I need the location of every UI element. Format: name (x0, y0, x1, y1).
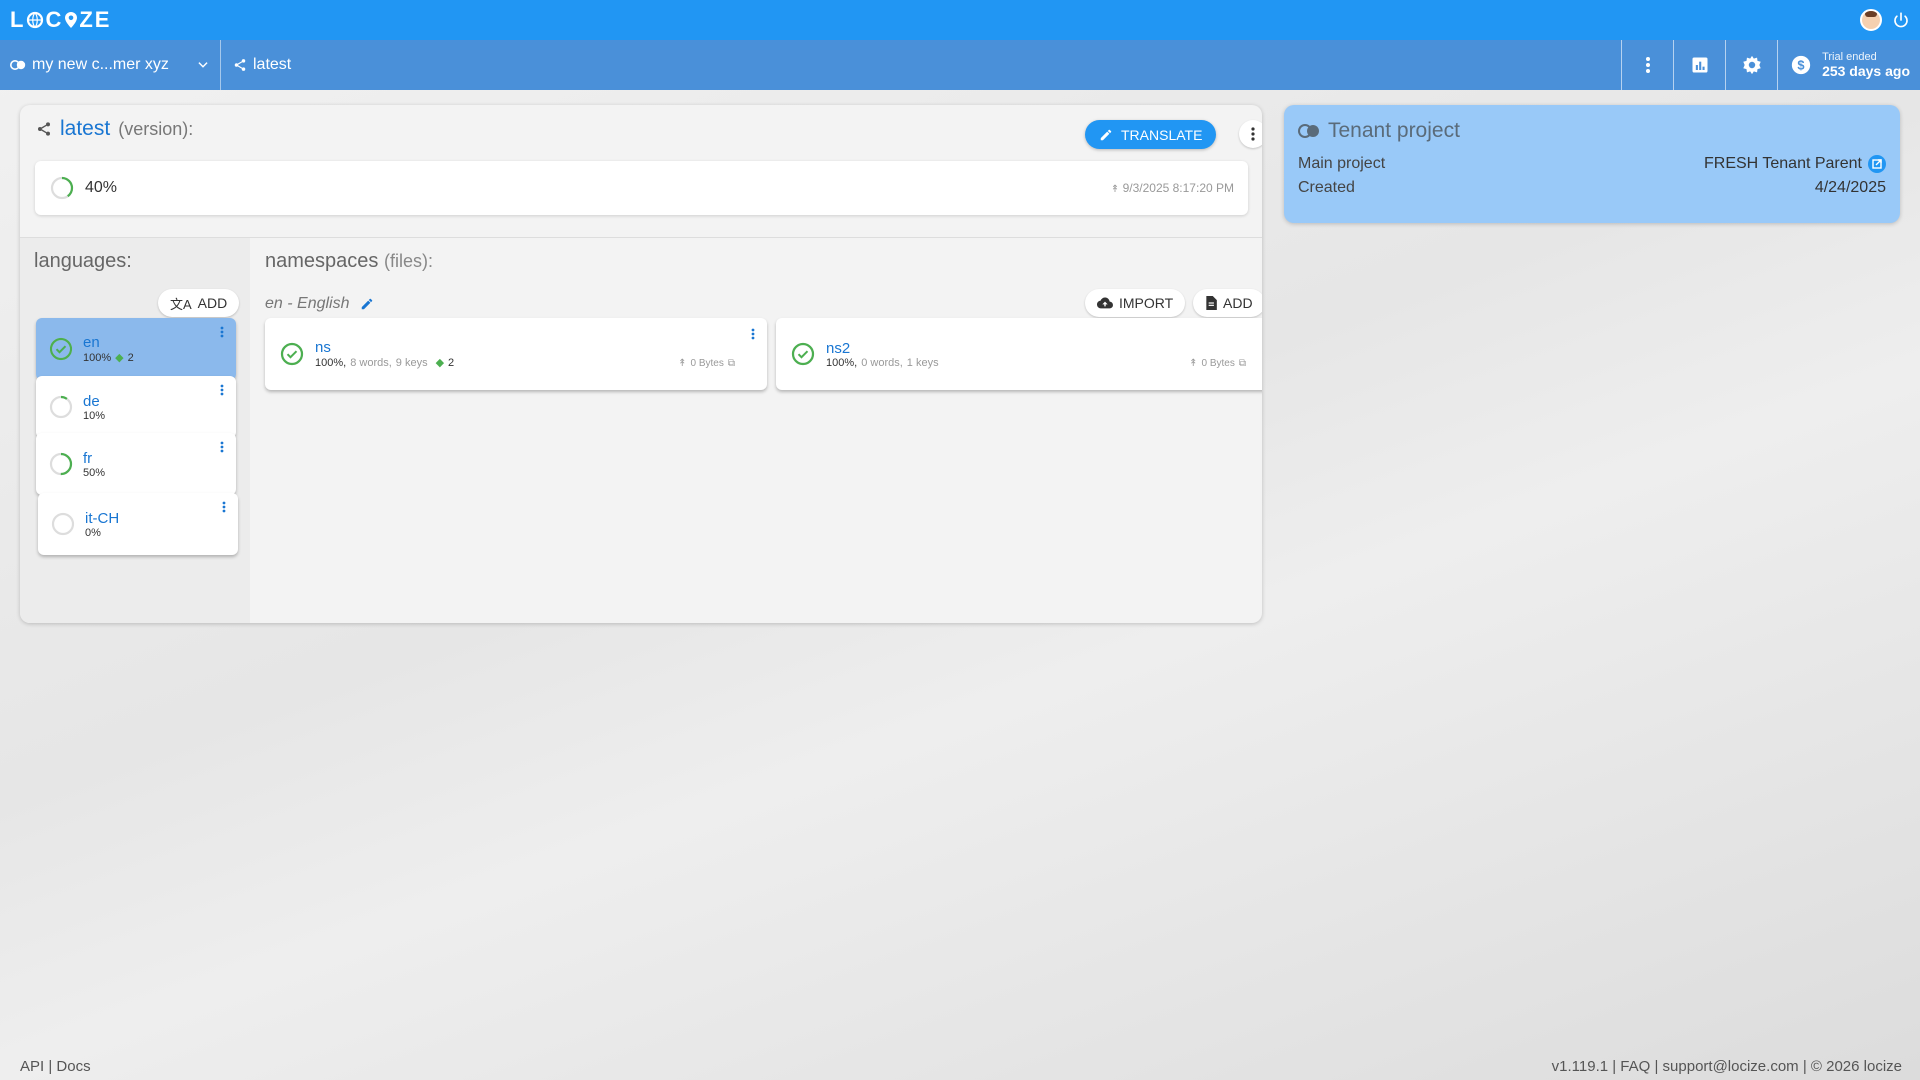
power-icon[interactable] (1892, 11, 1910, 29)
kebab-icon[interactable] (751, 328, 755, 340)
version-breadcrumb[interactable]: latest (221, 56, 1621, 74)
current-language: en - English (265, 295, 374, 313)
language-progress: 10% (83, 409, 106, 422)
share-icon (38, 122, 50, 136)
tenant-card: Tenant project Main project FRESH Tenant… (1284, 105, 1900, 223)
add-language-button[interactable]: 文A ADD (158, 289, 240, 317)
footer-links[interactable]: API | Docs (20, 1058, 91, 1075)
trial-value: 253 days ago (1822, 63, 1910, 79)
namespace-size: ↟ 0 Bytes ⧉ (678, 358, 735, 369)
namespace-name: ns2 (826, 339, 851, 357)
namespaces-column: namespaces (files): en - English IMPORT … (250, 237, 1262, 623)
trial-label: Trial ended (1822, 51, 1877, 63)
project-selector[interactable]: my new c...mer xyz (0, 40, 221, 90)
trial-status[interactable]: $ Trial ended 253 days ago (1777, 40, 1920, 90)
pencil-icon (1100, 129, 1112, 140)
layers-icon: ◆ (115, 352, 124, 364)
chevron-down-icon (198, 62, 208, 68)
layers-icon: ◆ (435, 357, 445, 369)
language-code: it-CH (85, 509, 120, 527)
version-card: latest (version): TRANSLATE 40% ↟ 9/3/20… (20, 105, 1262, 623)
locize-logo[interactable]: L C ZE (10, 7, 111, 33)
version-label: latest (253, 56, 292, 73)
language-item[interactable]: fr 50% (36, 433, 236, 495)
file-icon (1206, 296, 1217, 310)
kebab-icon[interactable] (220, 384, 224, 396)
language-progress: 50% (83, 466, 106, 479)
progress-ring (51, 512, 75, 536)
translate-button[interactable]: TRANSLATE (1085, 120, 1217, 149)
footer-info[interactable]: v1.119.1 | FAQ | support@locize.com | © … (1552, 1058, 1902, 1075)
user-avatar[interactable] (1860, 9, 1882, 31)
kebab-icon (1645, 57, 1650, 73)
import-button[interactable]: IMPORT (1085, 289, 1186, 317)
globe-icon (27, 11, 44, 29)
version-progress-row[interactable]: 40% ↟ 9/3/2025 8:17:20 PM (35, 161, 1248, 215)
gear-icon (1742, 55, 1761, 75)
project-name: my new c...mer xyz (32, 56, 169, 73)
tenant-icon (10, 60, 26, 70)
language-item[interactable]: de 10% (36, 376, 236, 438)
kebab-icon[interactable] (220, 326, 224, 338)
language-code: fr (83, 449, 93, 467)
version-more-button[interactable] (1239, 120, 1262, 148)
created-row: Created 4/24/2025 (1298, 179, 1886, 196)
project-bar: my new c...mer xyz latest $ Trial ended … (0, 40, 1920, 90)
external-link-icon: ⧉ (727, 358, 735, 369)
settings-button[interactable] (1725, 40, 1777, 90)
translate-icon: 文A (170, 296, 192, 312)
language-progress: 100% (83, 351, 112, 364)
language-code: en (83, 334, 100, 351)
upload-icon: ↟ (678, 358, 687, 369)
namespace-name: ns (315, 339, 331, 356)
kebab-icon (1251, 127, 1255, 141)
namespaces-title: namespaces (files): (265, 250, 433, 272)
chart-icon (1692, 57, 1708, 73)
language-item[interactable]: it-CH 0% (38, 493, 238, 555)
version-date: ↟ 9/3/2025 8:17:20 PM (1110, 181, 1234, 195)
progress-ring (49, 452, 73, 476)
dollar-icon: $ (1791, 55, 1811, 75)
progress-ring (50, 176, 74, 200)
version-title[interactable]: latest (60, 117, 110, 141)
main-project-link[interactable]: FRESH Tenant Parent (1704, 155, 1886, 173)
svg-text:$: $ (1797, 58, 1804, 73)
share-icon (234, 59, 246, 71)
namespace-card[interactable]: ns 100%, 8 words, 9 keys ◆ 2 ↟ 0 Bytes ⧉ (265, 318, 767, 390)
language-item[interactable]: en 100% ◆ 2 (36, 318, 236, 380)
namespace-size: ↟ 0 Bytes ⧉ (1189, 358, 1246, 369)
progress-ring (49, 395, 73, 419)
upload-icon: ↟ (1189, 358, 1198, 369)
edit-icon[interactable] (360, 297, 374, 311)
language-code: de (83, 392, 100, 410)
version-title-suffix: (version): (118, 118, 194, 139)
progress-ring (791, 342, 815, 366)
kebab-icon[interactable] (222, 501, 226, 513)
namespace-card[interactable]: ns2 100%, 0 words, 1 keys ↟ 0 Bytes ⧉ (776, 318, 1262, 390)
add-namespace-button[interactable]: ADD (1193, 289, 1262, 317)
external-link-icon (1868, 155, 1886, 173)
progress-ring (49, 337, 73, 361)
stats-button[interactable] (1673, 40, 1725, 90)
pin-icon (65, 12, 78, 28)
top-bar: L C ZE (0, 0, 1920, 40)
cloud-upload-icon (1097, 297, 1113, 309)
languages-title: languages: (34, 250, 132, 272)
kebab-icon[interactable] (220, 441, 224, 453)
version-progress-text: 40% (85, 179, 118, 196)
external-link-icon: ⧉ (1238, 358, 1246, 369)
languages-column: languages: 文A ADD en 100% ◆ 2 de 10% fr 50% it-C… (20, 237, 250, 623)
main-project-row: Main project FRESH Tenant Parent (1298, 155, 1886, 173)
upload-icon: ↟ (1110, 184, 1120, 195)
language-progress: 0% (85, 526, 101, 539)
progress-ring (280, 342, 304, 366)
tenant-title: Tenant project (1298, 119, 1886, 143)
tenant-icon (1298, 124, 1319, 138)
more-options-button[interactable] (1621, 40, 1673, 90)
language-branches: 2 (127, 351, 134, 364)
